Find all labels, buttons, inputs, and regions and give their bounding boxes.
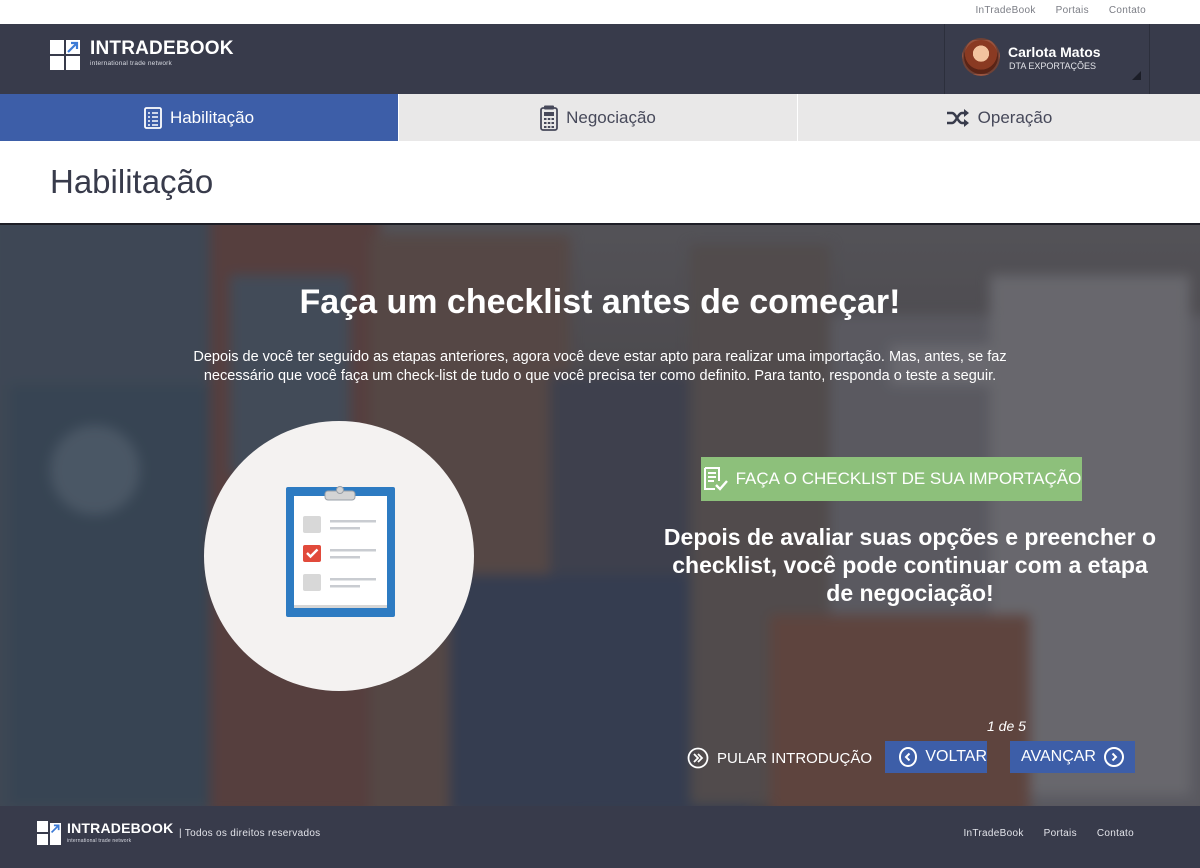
shuffle-icon [946,108,969,127]
logo-brand: INTRADEBOOK [90,38,234,59]
back-label: VOLTAR [925,748,987,765]
top-link-contato[interactable]: Contato [1109,5,1146,16]
step-tabs: Habilitação Negociação Operação [0,94,1200,149]
double-chevron-right-icon [687,747,709,769]
footer-logo-brand: INTRADEBOOK [67,820,174,836]
page-title: Habilitação [50,163,214,200]
rights-label: Todos os direitos reservados [184,828,321,839]
top-links: InTradeBook Portais Contato [975,5,1146,16]
footer: INTRADEBOOK international trade network … [0,806,1200,868]
user-menu[interactable]: Carlota Matos DTA EXPORTAÇÕES [944,24,1150,94]
chevron-left-icon [899,747,918,767]
tab-negociacao[interactable]: Negociação [399,94,798,141]
tab-label: Habilitação [169,107,255,127]
checklist-icon [144,106,162,129]
footer-link-intradebook[interactable]: InTradeBook [963,828,1023,839]
avatar [962,38,1000,76]
copyright-text: | Todos os direitos reservados [179,828,321,839]
clipboard-illustration [204,421,474,691]
user-company: DTA EXPORTAÇÕES [1009,61,1097,71]
footer-link-contato[interactable]: Contato [1097,828,1134,839]
tab-habilitacao[interactable]: Habilitação [0,94,399,149]
next-button[interactable]: AVANÇAR [1010,741,1135,773]
footer-link-portais[interactable]: Portais [1044,828,1077,839]
hero-intro: Depois de você ter seguido as etapas ant… [193,349,1007,384]
logo-mark-icon [37,821,61,845]
top-link-portais[interactable]: Portais [1056,5,1089,16]
calculator-icon [540,105,559,131]
back-button[interactable]: VOLTAR [885,741,987,773]
hero-heading: Faça um checklist antes de começar! [299,283,901,321]
footer-logo[interactable]: INTRADEBOOK international trade network [37,821,173,845]
logo-tagline: international trade network [90,60,173,67]
top-link-intradebook[interactable]: InTradeBook [975,5,1035,16]
main-header: INTRADEBOOK international trade network … [0,24,1200,94]
footer-logo-tagline: international trade network [67,838,132,844]
page-title-bar: Habilitação [0,141,1200,225]
dropdown-caret-icon [1132,71,1141,80]
top-utility-bar: InTradeBook Portais Contato [0,0,1200,24]
skip-intro-button[interactable]: PULAR INTRODUÇÃO [687,747,872,769]
user-name: Carlota Matos [1008,44,1101,60]
page-indicator: 1 de 5 [987,718,1026,734]
logo-mark-icon [50,40,80,70]
tab-label: Negociação [566,107,656,127]
next-label: AVANÇAR [1021,748,1096,765]
hero-section: Faça um checklist antes de começar! Depo… [0,225,1200,806]
footer-links: InTradeBook Portais Contato [963,828,1134,839]
hero-message: Depois de avaliar suas opções e preenche… [663,524,1157,606]
clipboard-checklist-icon [286,486,395,617]
logo[interactable]: INTRADEBOOK international trade network [50,38,234,70]
tab-operacao[interactable]: Operação [798,94,1200,141]
checklist-cta-button[interactable]: FAÇA O CHECKLIST DE SUA IMPORTAÇÃO [701,457,1082,501]
checklist-document-icon [703,467,728,491]
skip-label: PULAR INTRODUÇÃO [717,749,873,767]
chevron-right-icon [1103,747,1124,767]
tab-label: Operação [977,107,1053,127]
cta-label: FAÇA O CHECKLIST DE SUA IMPORTAÇÃO [735,469,1082,488]
